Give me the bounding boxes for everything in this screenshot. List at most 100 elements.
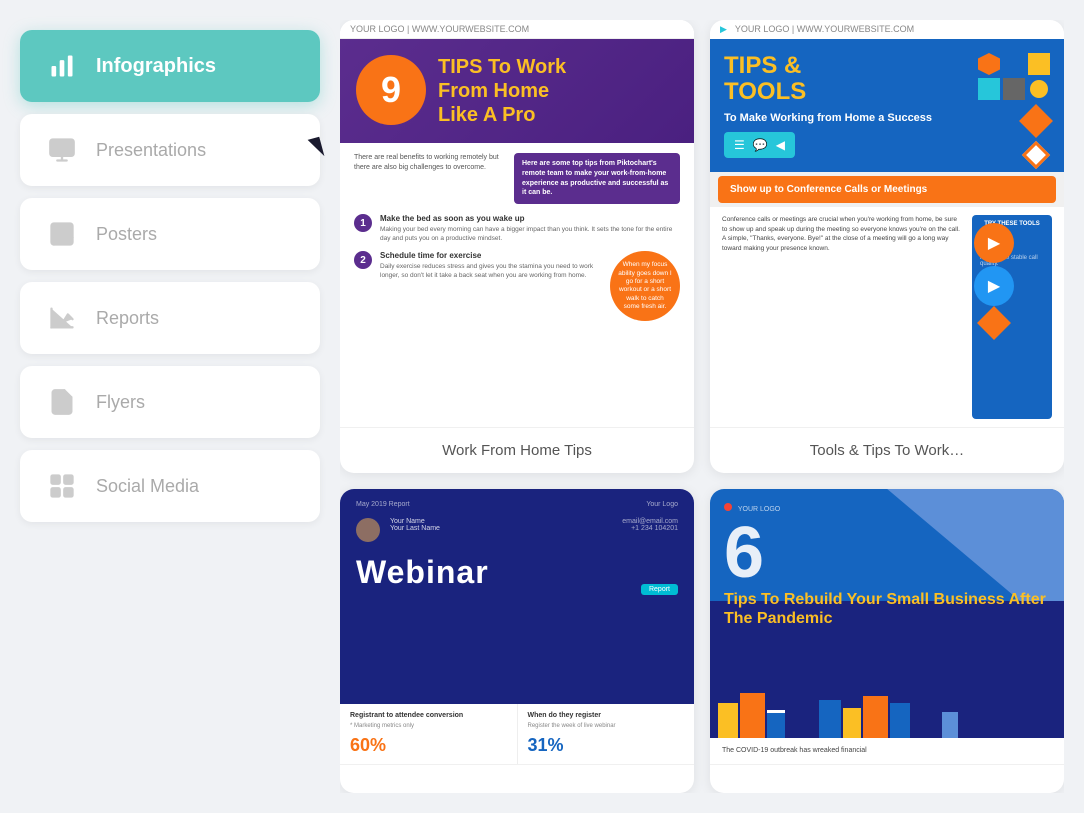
rb-header: YOUR LOGO 6 Tips To Rebuild Your Small B… bbox=[710, 489, 1064, 738]
tt-orange-title: Show up to Conference Calls or Meetings bbox=[730, 184, 1044, 195]
card1-preview: YOUR LOGO | WWW.YOURWEBSITE.COM 9 TIPS T… bbox=[340, 20, 694, 427]
sidebar-item-presentations-label: Presentations bbox=[96, 140, 206, 161]
wfh-title-highlight: TIPS bbox=[438, 56, 482, 78]
card-webinar[interactable]: May 2019 Report Your Logo Your Name Your… bbox=[340, 489, 694, 793]
rb-cityscape bbox=[710, 678, 1064, 738]
sq-yellow bbox=[1028, 53, 1050, 75]
web-stat1-num: 60% bbox=[350, 735, 507, 756]
sidebar-item-flyers-label: Flyers bbox=[96, 392, 145, 413]
tt-play-btns: ▶ ▶ bbox=[974, 223, 1014, 337]
diamond-outline bbox=[1022, 141, 1050, 169]
sidebar-item-reports[interactable]: Reports bbox=[20, 282, 320, 354]
sidebar-item-flyers[interactable]: Flyers bbox=[20, 366, 320, 438]
web-stat1-sub: * Marketing metrics only bbox=[350, 723, 507, 729]
web-logo-text: Your Logo bbox=[646, 501, 678, 508]
web-avatar bbox=[356, 518, 380, 542]
wfh-step2-desc: Daily exercise reduces stress and gives … bbox=[380, 262, 602, 280]
image-icon bbox=[44, 216, 80, 252]
web-title-row: Webinar Report bbox=[356, 554, 678, 595]
play-orange: ▶ bbox=[974, 223, 1014, 263]
tt-header: TIPS &TOOLS To Make Working from Home a … bbox=[710, 39, 1064, 172]
rb-number: 6 bbox=[724, 521, 1050, 586]
web-name: Your Name Your Last Name bbox=[390, 518, 612, 532]
content-grid: YOUR LOGO | WWW.YOURWEBSITE.COM 9 TIPS T… bbox=[340, 20, 1064, 793]
wfh-logo-text: YOUR LOGO | WWW.YOURWEBSITE.COM bbox=[350, 24, 529, 34]
rb-dot bbox=[724, 503, 732, 511]
card3-preview: May 2019 Report Your Logo Your Name Your… bbox=[340, 489, 694, 764]
tt-body-text: Conference calls or meetings are crucial… bbox=[722, 215, 964, 254]
wfh-intro: There are real benefits to working remot… bbox=[354, 153, 680, 204]
wfh-step2-row: 2 Schedule time for exercise Daily exerc… bbox=[354, 251, 680, 321]
wfh-step2-title: Schedule time for exercise bbox=[380, 251, 602, 260]
card2-preview: ▶ YOUR LOGO | WWW.YOURWEBSITE.COM TIPS &… bbox=[710, 20, 1064, 427]
wfh-step2-content: Schedule time for exercise Daily exercis… bbox=[380, 251, 602, 280]
sidebar: Infographics Presentations Posters bbox=[20, 20, 320, 793]
web-header: May 2019 Report Your Logo Your Name Your… bbox=[340, 489, 694, 704]
sq-blue bbox=[1003, 53, 1025, 75]
rb-title: Tips To Rebuild Your Small Business Afte… bbox=[724, 590, 1050, 628]
sidebar-item-social-media-label: Social Media bbox=[96, 476, 199, 497]
share-icon bbox=[44, 468, 80, 504]
wfh-step-2: 2 Schedule time for exercise Daily exerc… bbox=[354, 251, 602, 313]
wfh-title: TIPS To WorkFrom HomeLike A Pro bbox=[438, 55, 678, 127]
web-stat1-title: Registrant to attendee conversion bbox=[350, 712, 507, 719]
card-tools-tips[interactable]: ▶ YOUR LOGO | WWW.YOURWEBSITE.COM TIPS &… bbox=[710, 20, 1064, 473]
card2-label: Tools & Tips To Work… bbox=[710, 427, 1064, 473]
bar-chart-icon bbox=[44, 48, 80, 84]
circle-yellow bbox=[1030, 80, 1048, 98]
wfh-step-1: 1 Make the bed as soon as you wake up Ma… bbox=[354, 214, 680, 243]
card-rebuild-business[interactable]: YOUR LOGO 6 Tips To Rebuild Your Small B… bbox=[710, 489, 1064, 793]
sidebar-item-presentations[interactable]: Presentations bbox=[20, 114, 320, 186]
web-title: Webinar bbox=[356, 554, 489, 591]
sidebar-item-social-media[interactable]: Social Media bbox=[20, 450, 320, 522]
rb-content: YOUR LOGO 6 Tips To Rebuild Your Small B… bbox=[724, 503, 1050, 628]
wfh-step1-desc: Making your bed every morning can have a… bbox=[380, 225, 680, 243]
wfh-step1-content: Make the bed as soon as you wake up Maki… bbox=[380, 214, 680, 243]
wfh-logo-bar: YOUR LOGO | WWW.YOURWEBSITE.COM bbox=[340, 20, 694, 39]
card4-preview: YOUR LOGO 6 Tips To Rebuild Your Small B… bbox=[710, 489, 1064, 764]
sidebar-item-reports-label: Reports bbox=[96, 308, 159, 329]
rb-body: The COVID-19 outbreak has wreaked financ… bbox=[710, 738, 1064, 765]
web-report-date: May 2019 Report bbox=[356, 501, 410, 508]
card3-label bbox=[340, 764, 694, 793]
wfh-intro-left: There are real benefits to working remot… bbox=[354, 153, 504, 204]
wfh-step2-num: 2 bbox=[354, 251, 372, 269]
tt-icons-row: ☰ 💬 ◀ bbox=[724, 132, 795, 158]
tt-body: Conference calls or meetings are crucial… bbox=[710, 207, 1064, 427]
wfh-step1-title: Make the bed as soon as you wake up bbox=[380, 214, 680, 223]
diamond-small bbox=[977, 306, 1011, 340]
web-email: email@email.com +1 234 104201 bbox=[622, 518, 678, 542]
tt-orange-section: Show up to Conference Calls or Meetings bbox=[718, 176, 1056, 203]
tt-title: TIPS &TOOLS bbox=[724, 53, 932, 106]
tt-title-text: TIPS &TOOLS bbox=[724, 52, 806, 105]
web-stats: Registrant to attendee conversion * Mark… bbox=[340, 704, 694, 764]
card-work-from-home[interactable]: YOUR LOGO | WWW.YOURWEBSITE.COM 9 TIPS T… bbox=[340, 20, 694, 473]
sidebar-item-posters-label: Posters bbox=[96, 224, 157, 245]
play-blue: ▶ bbox=[974, 266, 1014, 306]
sidebar-item-posters[interactable]: Posters bbox=[20, 198, 320, 270]
rb-logo: YOUR LOGO bbox=[724, 503, 1050, 513]
tt-body-left: Conference calls or meetings are crucial… bbox=[722, 215, 964, 419]
web-stat2-sub: Register the week of live webinar bbox=[528, 723, 685, 729]
tt-logo-text: YOUR LOGO | WWW.YOURWEBSITE.COM bbox=[735, 24, 914, 35]
web-report-bar: May 2019 Report Your Logo bbox=[356, 501, 678, 508]
rb-logo-text: YOUR LOGO bbox=[738, 506, 780, 513]
wfh-bubble: When my focus ability goes down I go for… bbox=[610, 251, 680, 321]
document-icon bbox=[44, 384, 80, 420]
rb-body-text: The COVID-19 outbreak has wreaked financ… bbox=[722, 746, 1052, 757]
chart-line-icon bbox=[44, 300, 80, 336]
wfh-step1-num: 1 bbox=[354, 214, 372, 232]
wfh-number: 9 bbox=[356, 55, 426, 125]
tt-icon-list: ☰ bbox=[734, 138, 745, 152]
web-stat2-num: 31% bbox=[528, 735, 685, 756]
tt-logo-bar: ▶ YOUR LOGO | WWW.YOURWEBSITE.COM bbox=[710, 20, 1064, 39]
tt-subtitle: To Make Working from Home a Success bbox=[724, 112, 932, 124]
wfh-intro-right: Here are some top tips from Piktochart's… bbox=[514, 153, 680, 204]
tt-shapes bbox=[978, 53, 1050, 100]
sidebar-item-infographics[interactable]: Infographics bbox=[20, 30, 320, 102]
web-stat2-title: When do they register bbox=[528, 712, 685, 719]
web-stat-2: When do they register Register the week … bbox=[518, 704, 695, 764]
sidebar-item-infographics-label: Infographics bbox=[96, 55, 216, 78]
presentation-icon bbox=[44, 132, 80, 168]
hex-orange bbox=[978, 53, 1000, 75]
